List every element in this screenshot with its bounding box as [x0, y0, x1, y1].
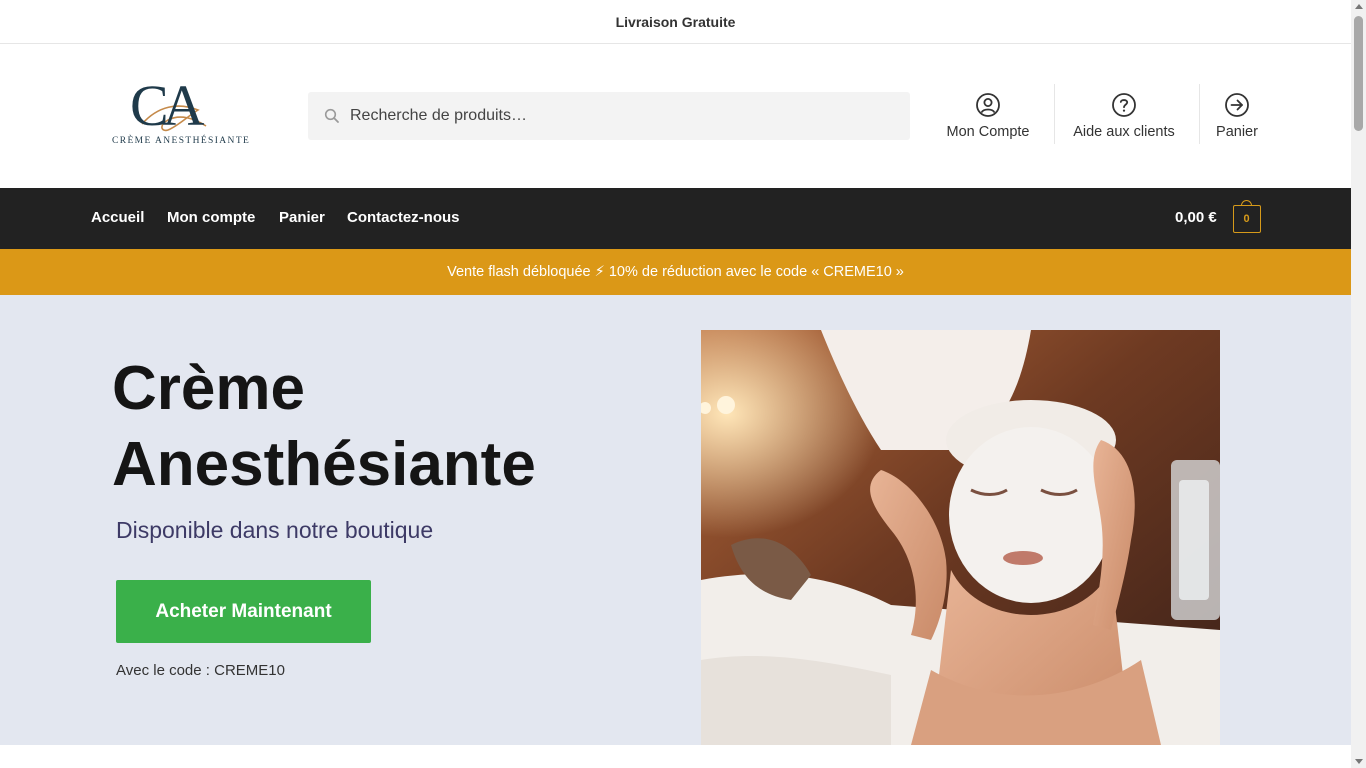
help-circle-icon — [1112, 93, 1136, 117]
header-link-cart[interactable]: Panier — [1207, 84, 1267, 146]
cart-count: 0 — [1243, 212, 1250, 225]
header-link-label: Panier — [1216, 124, 1258, 140]
page-below-fold — [0, 745, 1351, 768]
hero-subtitle: Disponible dans notre boutique — [116, 517, 434, 543]
buy-now-button[interactable]: Acheter Maintenant — [116, 580, 371, 643]
hero-title-line2: Anesthésiante — [112, 430, 536, 499]
hero-image — [701, 330, 1220, 745]
header-link-my-account[interactable]: Mon Compte — [938, 84, 1038, 146]
nav-item-my-account[interactable]: Mon compte — [167, 209, 255, 226]
scroll-down-arrow-icon[interactable] — [1355, 759, 1363, 764]
nav-item-contact[interactable]: Contactez-nous — [347, 209, 460, 226]
logo-monogram: CA — [130, 73, 205, 138]
hero-section: Crème Anesthésiante Disponible dans notr… — [0, 295, 1351, 745]
logo-wordmark: CRÈME ANESTHÉSIANTE — [112, 136, 251, 146]
primary-navigation: Accueil Mon compte Panier Contactez-nous… — [0, 188, 1351, 249]
promo-banner: Vente flash débloquée ⚡ 10% de réduction… — [0, 249, 1351, 295]
header-divider — [1054, 84, 1055, 144]
product-search[interactable] — [308, 92, 910, 140]
header-divider — [1199, 84, 1200, 144]
promo-text: Vente flash débloquée ⚡ 10% de réduction… — [447, 264, 904, 280]
free-shipping-text: Livraison Gratuite — [615, 13, 736, 30]
hero-title-line1: Crème — [112, 354, 305, 423]
search-input[interactable] — [350, 107, 870, 125]
header-link-label: Aide aux clients — [1073, 124, 1175, 140]
site-logo[interactable]: CA CRÈME ANESTHÉSIANTE — [112, 73, 251, 150]
nav-item-home[interactable]: Accueil — [91, 209, 144, 226]
user-circle-icon — [976, 93, 1000, 117]
top-announcement-bar: Livraison Gratuite — [0, 0, 1351, 44]
header-link-label: Mon Compte — [946, 124, 1030, 140]
nav-item-cart[interactable]: Panier — [279, 209, 325, 226]
promo-code-note: Avec le code : CREME10 — [116, 662, 285, 679]
scroll-up-arrow-icon[interactable] — [1355, 4, 1363, 9]
page-scrollbar[interactable] — [1351, 0, 1366, 768]
scrollbar-thumb[interactable] — [1354, 16, 1363, 131]
arrow-right-circle-icon — [1225, 93, 1249, 117]
site-header: CA CRÈME ANESTHÉSIANTE Mon Compte Aide a… — [0, 44, 1351, 188]
header-link-customer-help[interactable]: Aide aux clients — [1064, 84, 1184, 146]
cart-bag-icon[interactable]: 0 — [1233, 200, 1261, 233]
facial-treatment-photo — [701, 330, 1220, 745]
search-icon — [324, 108, 339, 123]
hero-title: Crème Anesthésiante — [112, 351, 652, 503]
cart-total[interactable]: 0,00 € — [1175, 209, 1217, 226]
